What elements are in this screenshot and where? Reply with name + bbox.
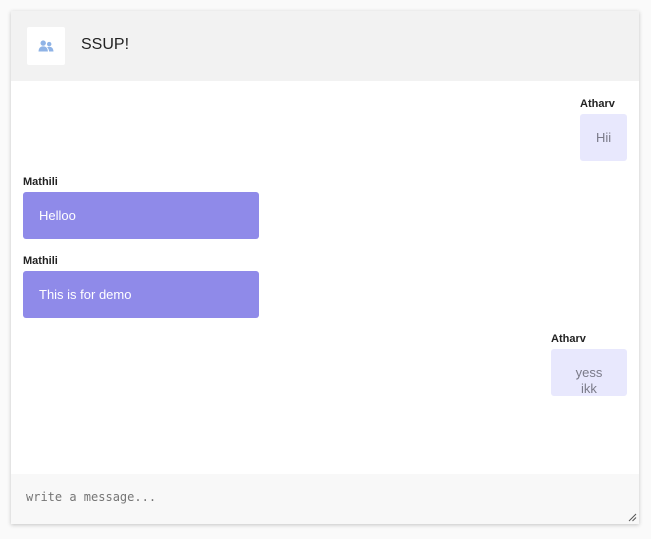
message-item: Mathili Helloo: [23, 176, 259, 239]
group-avatar: [27, 27, 65, 65]
chat-header: SSUP!: [11, 11, 639, 81]
message-input[interactable]: [11, 474, 639, 524]
message-sender: Mathili: [23, 176, 58, 188]
message-sender: Mathili: [23, 255, 58, 267]
message-item: Atharv Hii: [580, 98, 627, 161]
group-icon: [38, 40, 54, 52]
message-list: Atharv Hii Mathili Helloo Mathili This i…: [11, 81, 639, 474]
chat-window: SSUP! Atharv Hii Mathili Helloo Mathili …: [11, 11, 639, 524]
message-bubble: This is for demo: [23, 271, 259, 318]
message-sender: Atharv: [580, 98, 615, 110]
message-item: Mathili This is for demo: [23, 255, 259, 318]
resize-handle-icon[interactable]: [628, 513, 637, 522]
message-bubble: yess ikk: [551, 349, 627, 396]
message-composer: [11, 474, 639, 524]
message-bubble: Helloo: [23, 192, 259, 239]
message-item: Atharv yess ikk: [551, 333, 627, 396]
message-sender: Atharv: [551, 333, 586, 345]
message-bubble: Hii: [580, 114, 627, 161]
chat-title: SSUP!: [81, 36, 130, 53]
